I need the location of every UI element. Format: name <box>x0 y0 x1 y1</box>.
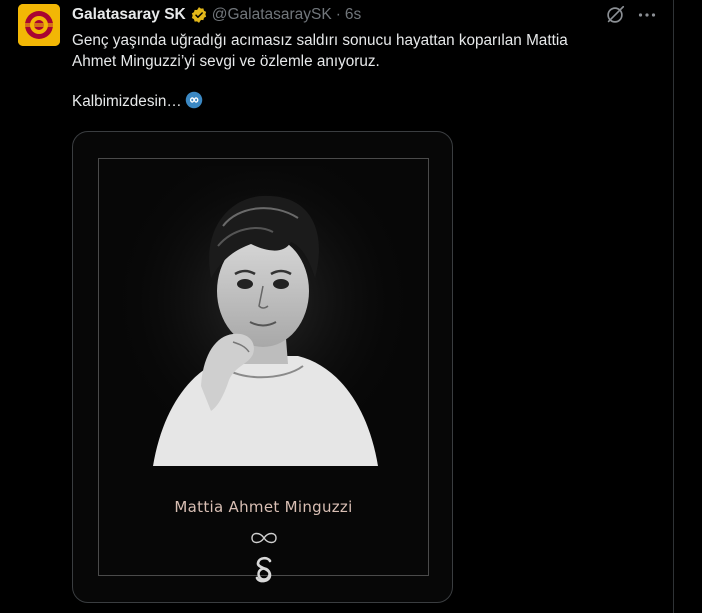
infinity-emoji-icon <box>185 91 203 109</box>
post-text-closing: Kalbimizdesin… <box>72 93 182 110</box>
memorial-portrait <box>123 166 403 466</box>
infinity-icon <box>251 532 277 544</box>
post-image[interactable]: Mattia Ahmet Minguzzi <box>72 131 453 603</box>
post-text-line-2: Ahmet Minguzzi’yi sevgi ve özlemle anıyo… <box>72 53 380 70</box>
post-header: Galatasaray SK @GalatasaraySK · 6s <box>72 5 361 25</box>
avatar[interactable] <box>18 4 60 46</box>
galatasaray-monogram-icon <box>255 556 272 583</box>
post-text-line-1: Genç yaşında uğradığı acımasız saldırı s… <box>72 32 568 49</box>
verified-badge-icon[interactable] <box>190 6 208 24</box>
more-options-icon[interactable] <box>635 3 659 27</box>
post-text-line-3: Kalbimizdesin… <box>72 91 652 112</box>
account-handle[interactable]: @GalatasaraySK <box>212 6 332 24</box>
separator-dot: · <box>335 6 341 23</box>
column-divider <box>673 0 674 613</box>
post-time[interactable]: 6s <box>345 6 361 24</box>
grok-icon[interactable] <box>604 4 626 26</box>
account-name[interactable]: Galatasaray SK <box>72 6 186 24</box>
post-text: Genç yaşında uğradığı acımasız saldırı s… <box>72 30 652 112</box>
image-caption: Mattia Ahmet Minguzzi <box>174 498 353 516</box>
galatasaray-logo-icon <box>18 4 60 46</box>
